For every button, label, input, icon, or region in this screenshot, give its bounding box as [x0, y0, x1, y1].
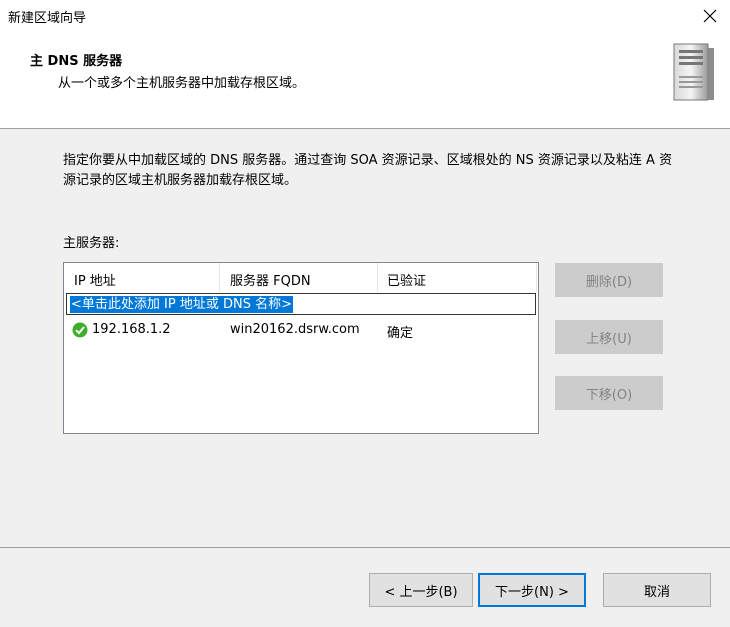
page-heading: 主 DNS 服务器 — [30, 54, 123, 69]
delete-button[interactable]: 删除(D) — [555, 263, 663, 297]
master-servers-list[interactable]: IP 地址 服务器 FQDN 已验证 <单击此处添加 IP 地址或 DNS 名称… — [63, 262, 539, 434]
next-button[interactable]: 下一步(N) > — [478, 573, 586, 607]
column-divider — [536, 263, 537, 292]
column-ip-address[interactable]: IP 地址 — [74, 270, 116, 289]
add-server-input[interactable]: <单击此处添加 IP 地址或 DNS 名称> — [70, 296, 293, 313]
row-ip: 192.168.1.2 — [92, 322, 171, 337]
row-verified: 确定 — [387, 326, 414, 341]
column-divider — [219, 263, 220, 292]
page-subheading: 从一个或多个主机服务器中加载存根区域。 — [58, 76, 306, 91]
check-ok-icon — [72, 322, 88, 338]
instruction-text: 指定你要从中加载区域的 DNS 服务器。通过查询 SOA 资源记录、区域根处的 … — [63, 153, 673, 188]
column-verified[interactable]: 已验证 — [387, 270, 426, 289]
back-button[interactable]: < 上一步(B) — [369, 573, 473, 607]
column-divider — [377, 263, 378, 292]
wizard-footer: < 上一步(B) 下一步(N) > 取消 — [0, 548, 730, 627]
wizard-content: 指定你要从中加载区域的 DNS 服务器。通过查询 SOA 资源记录、区域根处的 … — [0, 129, 730, 547]
wizard-header: 主 DNS 服务器 从一个或多个主机服务器中加载存根区域。 — [0, 32, 730, 128]
table-row[interactable]: 192.168.1.2 win20162.dsrw.com 确定 — [64, 319, 538, 341]
title-bar: 新建区域向导 — [0, 0, 730, 32]
close-button[interactable] — [690, 0, 730, 32]
server-icon — [673, 43, 714, 101]
cancel-button[interactable]: 取消 — [603, 573, 711, 607]
column-server-fqdn[interactable]: 服务器 FQDN — [230, 270, 311, 289]
row-fqdn: win20162.dsrw.com — [230, 322, 360, 337]
list-header: IP 地址 服务器 FQDN 已验证 — [64, 263, 538, 292]
close-icon — [703, 9, 717, 23]
move-down-button[interactable]: 下移(O) — [555, 376, 663, 410]
move-up-button[interactable]: 上移(U) — [555, 320, 663, 354]
window-title: 新建区域向导 — [8, 11, 87, 26]
add-server-row[interactable]: <单击此处添加 IP 地址或 DNS 名称> — [66, 293, 536, 315]
master-servers-label: 主服务器: — [63, 236, 120, 251]
